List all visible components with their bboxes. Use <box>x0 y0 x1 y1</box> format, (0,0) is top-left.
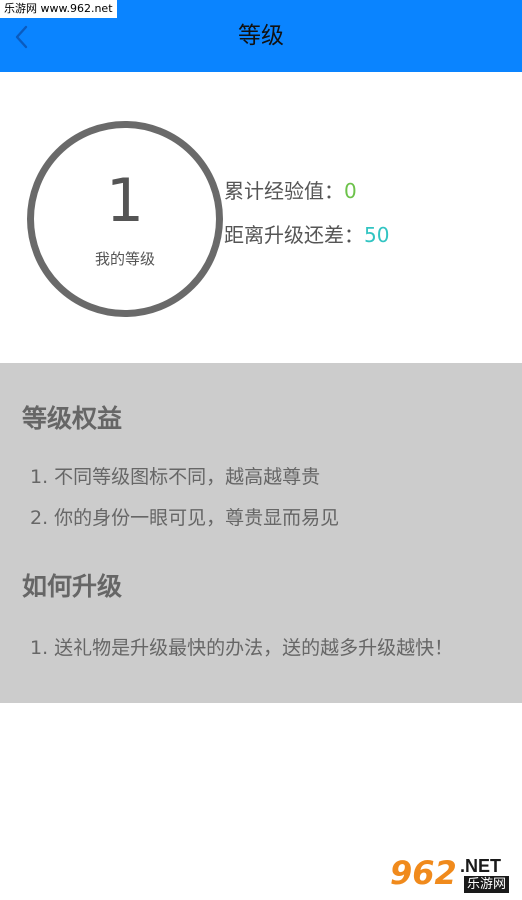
upgrade-gap-label: 距离升级还差： <box>224 223 364 247</box>
info-panel: 等级权益 1. 不同等级图标不同，越高越尊贵 2. 你的身份一眼可见，尊贵显而易… <box>0 363 522 703</box>
page-title: 等级 <box>238 23 284 49</box>
watermark-site: 乐游网 <box>464 876 510 893</box>
benefit-item: 1. 不同等级图标不同，越高越尊贵 <box>30 466 321 488</box>
app-header: 乐游网 www.962.net 等级 <box>0 0 522 72</box>
level-number: 1 <box>105 166 145 236</box>
corner-watermark: 962 .NET 乐游网 <box>388 852 516 896</box>
upgrade-gap-value: 50 <box>364 223 390 247</box>
level-caption: 我的等级 <box>94 250 155 268</box>
upgrade-gap-stat: 距离升级还差：50 <box>224 219 389 248</box>
experience-value: 0 <box>344 179 357 203</box>
experience-stat: 累计经验值：0 <box>224 175 357 204</box>
upgrade-title: 如何升级 <box>22 572 123 601</box>
benefit-item: 2. 你的身份一眼可见，尊贵显而易见 <box>30 507 340 529</box>
level-ring: 1 我的等级 <box>27 121 223 317</box>
upgrade-item: 1. 送礼物是升级最快的办法，送的越多升级越快！ <box>30 637 454 659</box>
benefits-title: 等级权益 <box>22 404 123 433</box>
watermark-number: 962 <box>390 854 457 892</box>
experience-label: 累计经验值： <box>224 179 344 203</box>
watermark-net: .NET <box>460 856 502 876</box>
